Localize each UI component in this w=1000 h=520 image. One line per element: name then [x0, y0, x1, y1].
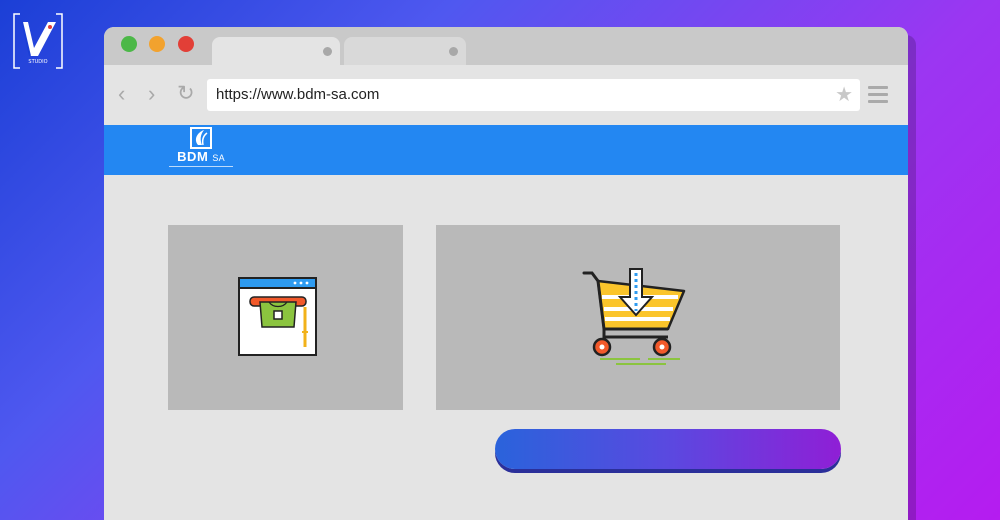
minimize-button[interactable]: [149, 36, 165, 52]
browser-window: ‹ › ↻ https://www.bdm-sa.com ★ BDM SA: [104, 27, 908, 520]
tab-close-icon[interactable]: [449, 47, 458, 56]
tab-active[interactable]: [212, 37, 340, 65]
logo-underline: [169, 166, 233, 167]
bdm-logo-icon: [190, 127, 212, 149]
forward-icon[interactable]: ›: [148, 83, 155, 105]
shopping-cart-download-icon: [582, 268, 686, 365]
back-icon[interactable]: ‹: [118, 83, 125, 105]
menu-icon[interactable]: [868, 86, 888, 107]
tab-inactive[interactable]: [344, 37, 466, 65]
address-bar[interactable]: https://www.bdm-sa.com ★: [207, 79, 860, 111]
site-header: BDM SA: [104, 125, 908, 175]
bookmark-star-icon[interactable]: ★: [835, 79, 853, 111]
logo-suffix: SA: [212, 153, 225, 163]
reload-icon[interactable]: ↻: [177, 83, 195, 104]
browser-toolbar: ‹ › ↻ https://www.bdm-sa.com ★: [104, 65, 908, 125]
svg-text:STUDIO: STUDIO: [28, 59, 47, 65]
cta-button[interactable]: [495, 429, 841, 469]
url-text: https://www.bdm-sa.com: [216, 86, 380, 103]
studio-logo-icon: STUDIO: [13, 13, 63, 69]
logo-name: BDM: [177, 149, 209, 164]
service-card-payment[interactable]: [168, 225, 403, 410]
tab-bar: [104, 27, 908, 65]
maximize-button[interactable]: [121, 36, 137, 52]
service-card-cart[interactable]: [436, 225, 840, 410]
site-logo[interactable]: BDM SA: [166, 127, 236, 173]
tab-close-icon[interactable]: [323, 47, 332, 56]
close-button[interactable]: [178, 36, 194, 52]
payment-terminal-icon: [238, 277, 317, 356]
logo-text: BDM SA: [166, 150, 236, 165]
